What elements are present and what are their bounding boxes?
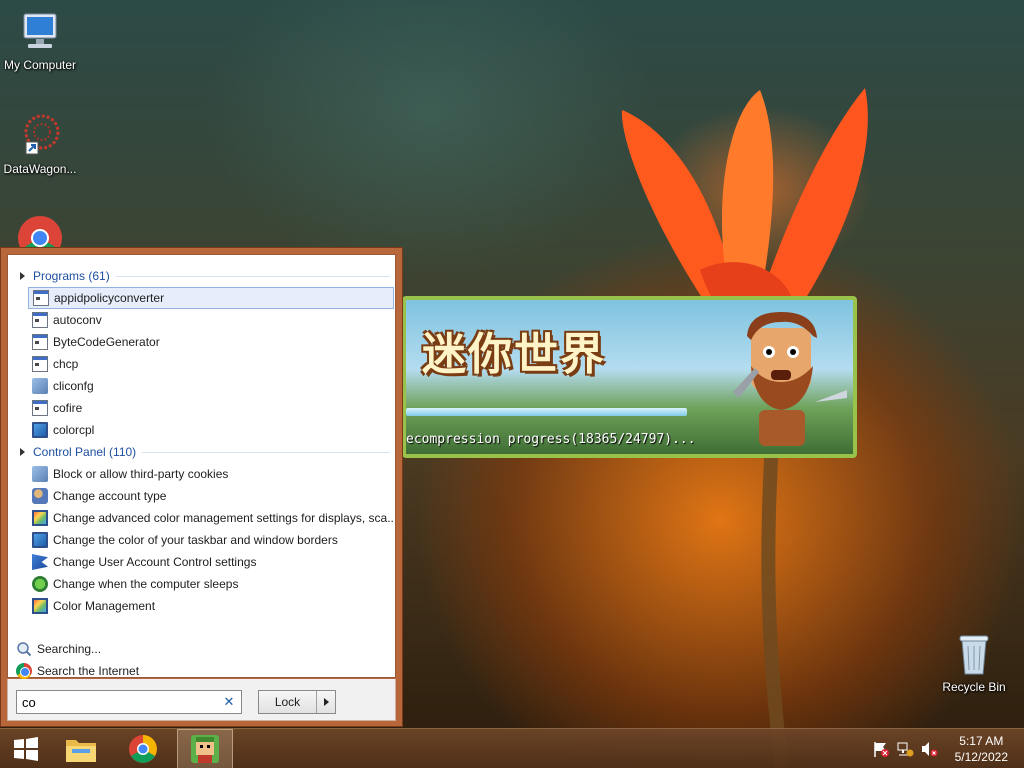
program-item-label: cliconfg	[53, 379, 94, 393]
personalization-icon	[32, 532, 48, 548]
file-explorer-icon	[66, 740, 96, 762]
config-icon	[32, 378, 48, 394]
program-item-chcp[interactable]: chcp	[28, 353, 394, 375]
expand-arrow-icon	[20, 448, 25, 456]
program-item-appidpolicyconverter[interactable]: appidpolicyconverter	[28, 287, 394, 309]
control-panel-item[interactable]: Change the color of your taskbar and win…	[28, 529, 394, 551]
color-management-icon	[32, 510, 48, 526]
control-panel-item[interactable]: Color Management	[28, 595, 394, 617]
desktop-icon-my-computer[interactable]: My Computer	[0, 8, 80, 72]
separator-line	[142, 451, 390, 453]
program-item-label: autoconv	[53, 313, 102, 327]
searching-label: Searching...	[37, 642, 102, 656]
chrome-icon	[16, 663, 32, 679]
lock-button[interactable]: Lock	[259, 691, 317, 713]
lock-button-group: Lock	[258, 690, 336, 714]
program-item-cliconfg[interactable]: cliconfg	[28, 375, 394, 397]
taskbar-chrome[interactable]	[117, 729, 169, 768]
control-panel-item-label: Change when the computer sleeps	[53, 577, 239, 591]
desktop-icon-label: My Computer	[3, 58, 77, 72]
program-item-cofire[interactable]: cofire	[28, 397, 394, 419]
control-panel-item-label: Change User Account Control settings	[53, 555, 257, 569]
control-panel-group-header[interactable]: Control Panel (110)	[20, 443, 390, 461]
programs-group-label: Programs (61)	[33, 269, 110, 283]
taskbar-file-explorer[interactable]	[55, 729, 107, 768]
program-item-label: colorcpl	[53, 423, 95, 437]
program-item-label: ByteCodeGenerator	[53, 335, 160, 349]
power-icon	[32, 576, 48, 592]
clear-search-icon[interactable]: ✕	[222, 694, 236, 710]
search-internet-label: Search the Internet	[37, 664, 140, 678]
start-menu-results: Programs (61) appidpolicyconverter autoc…	[7, 254, 396, 679]
program-item-label: chcp	[53, 357, 79, 371]
exe-icon	[32, 334, 48, 350]
desktop-icon-recycle-bin[interactable]: Recycle Bin	[934, 630, 1014, 694]
search-input[interactable]	[22, 694, 222, 710]
control-panel-item[interactable]: Block or allow third-party cookies	[28, 463, 394, 485]
flag-icon	[32, 554, 48, 570]
start-button[interactable]	[0, 729, 52, 768]
desktop-icon-label: DataWagon...	[3, 162, 77, 176]
taskbar: 5:17 AM 5/12/2022	[0, 728, 1024, 768]
clock-date: 5/12/2022	[954, 750, 1008, 764]
desktop-icon-datawagon[interactable]: DataWagon...	[0, 112, 80, 176]
exe-icon	[33, 290, 49, 306]
game-icon	[191, 735, 219, 763]
power-options-arrow-icon[interactable]	[317, 698, 335, 706]
program-item-autoconv[interactable]: autoconv	[28, 309, 394, 331]
computer-icon	[16, 8, 64, 56]
searching-link[interactable]: Searching...	[12, 638, 378, 660]
control-panel-item[interactable]: Change when the computer sleeps	[28, 573, 394, 595]
search-icon	[16, 641, 32, 657]
clock-time: 5:17 AM	[959, 734, 1004, 748]
program-item-colorcpl[interactable]: colorcpl	[28, 419, 394, 441]
control-panel-item-label: Change account type	[53, 489, 167, 503]
exe-icon	[32, 356, 48, 372]
monitor-icon	[32, 422, 48, 438]
users-icon	[32, 488, 48, 504]
control-panel-item[interactable]: Change User Account Control settings	[28, 551, 394, 573]
control-panel-group-label: Control Panel (110)	[33, 445, 137, 459]
internet-options-icon	[32, 466, 48, 482]
decompression-progress-text: ecompression progress(18365/24797)...	[406, 432, 696, 447]
programs-group-header[interactable]: Programs (61)	[20, 267, 390, 285]
datawagon-icon	[16, 112, 64, 160]
system-tray	[872, 729, 938, 768]
exe-icon	[32, 400, 48, 416]
start-menu: Programs (61) appidpolicyconverter autoc…	[0, 247, 403, 727]
decompression-progress-bar	[406, 408, 687, 416]
exe-icon	[32, 312, 48, 328]
control-panel-item-label: Change the color of your taskbar and win…	[53, 533, 338, 547]
control-panel-item[interactable]: Change account type	[28, 485, 394, 507]
taskbar-game[interactable]	[177, 729, 233, 768]
action-center-flag-icon[interactable]	[872, 740, 890, 758]
game-logo: 迷你世界	[422, 329, 606, 380]
chrome-icon	[129, 735, 157, 763]
program-item-label: cofire	[53, 401, 83, 415]
volume-muted-icon[interactable]	[920, 740, 938, 758]
taskbar-clock[interactable]: 5:17 AM 5/12/2022	[955, 733, 1008, 765]
control-panel-item-label: Change advanced color management setting…	[53, 511, 394, 525]
control-panel-item[interactable]: Change advanced color management setting…	[28, 507, 394, 529]
game-loading-splash: 迷你世界 ecompression progress(18365/24797).…	[402, 296, 857, 458]
control-panel-item-label: Block or allow third-party cookies	[53, 467, 229, 481]
recycle-bin-icon	[950, 630, 998, 678]
desktop-icon-label: Recycle Bin	[942, 680, 1006, 694]
program-item-label: appidpolicyconverter	[54, 291, 165, 305]
start-search-box[interactable]: ✕	[16, 690, 242, 714]
expand-arrow-icon	[20, 272, 25, 280]
separator-line	[115, 275, 390, 277]
program-item-bytecodegenerator[interactable]: ByteCodeGenerator	[28, 331, 394, 353]
network-icon[interactable]	[896, 740, 914, 758]
control-panel-item-label: Color Management	[53, 599, 156, 613]
color-management-icon	[32, 598, 48, 614]
game-character-icon	[733, 312, 847, 446]
windows-start-icon	[14, 737, 38, 761]
